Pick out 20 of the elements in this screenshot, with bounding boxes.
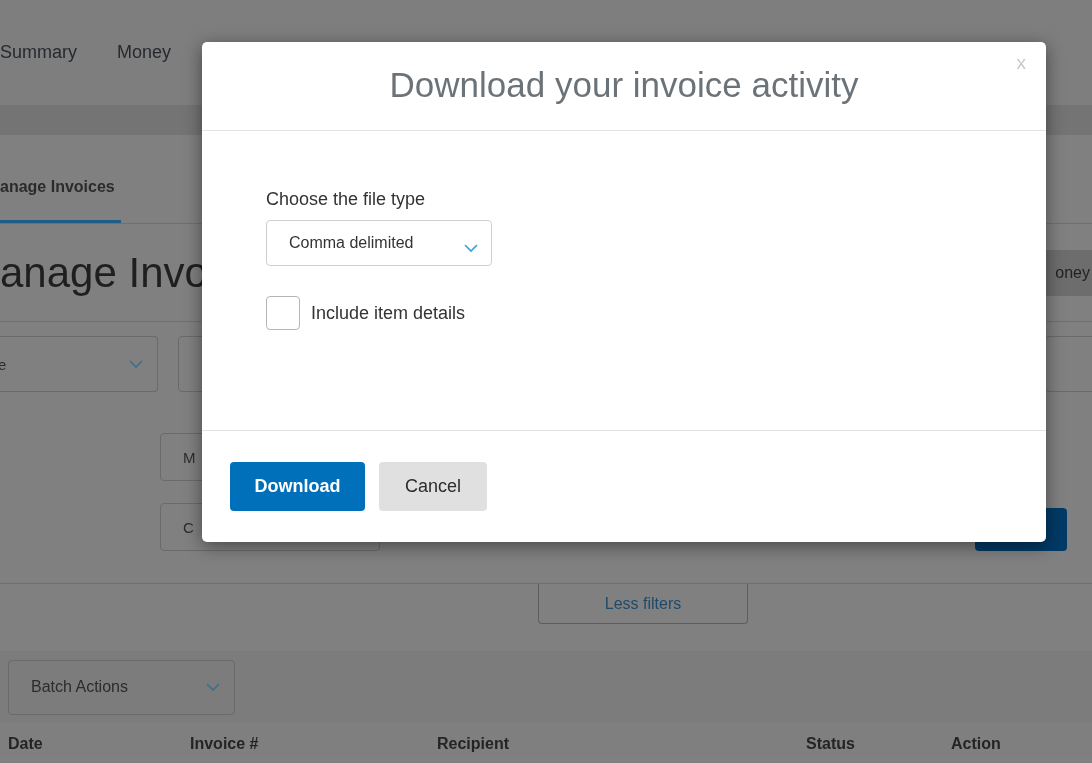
include-details-checkbox[interactable] [266, 296, 300, 330]
nav-link[interactable]: Money [117, 42, 172, 63]
cancel-button[interactable]: Cancel [379, 462, 487, 511]
include-details-label: Include item details [311, 302, 466, 324]
download-button[interactable]: Download [230, 462, 365, 511]
nav-link[interactable]: Summary [0, 42, 77, 63]
batch-actions-dropdown[interactable]: Batch Actions [8, 659, 235, 715]
manage-invoices-tab[interactable]: anage Invoices [0, 178, 121, 223]
column-header: Invoice # [190, 735, 260, 753]
file-type-label: Choose the file type [266, 189, 426, 210]
column-header: Action [951, 735, 1001, 753]
dialog-title: Download your invoice activity [389, 65, 859, 105]
chevron-down-icon [464, 243, 478, 253]
less-filters-button[interactable]: Less filters [538, 584, 748, 624]
column-header: Recipient [437, 735, 510, 753]
column-header: Date [8, 735, 44, 753]
chevron-down-icon [129, 359, 143, 369]
column-header: Status [806, 735, 856, 753]
chevron-down-icon [206, 682, 220, 692]
file-type-dropdown[interactable]: Comma delimited [266, 220, 492, 266]
